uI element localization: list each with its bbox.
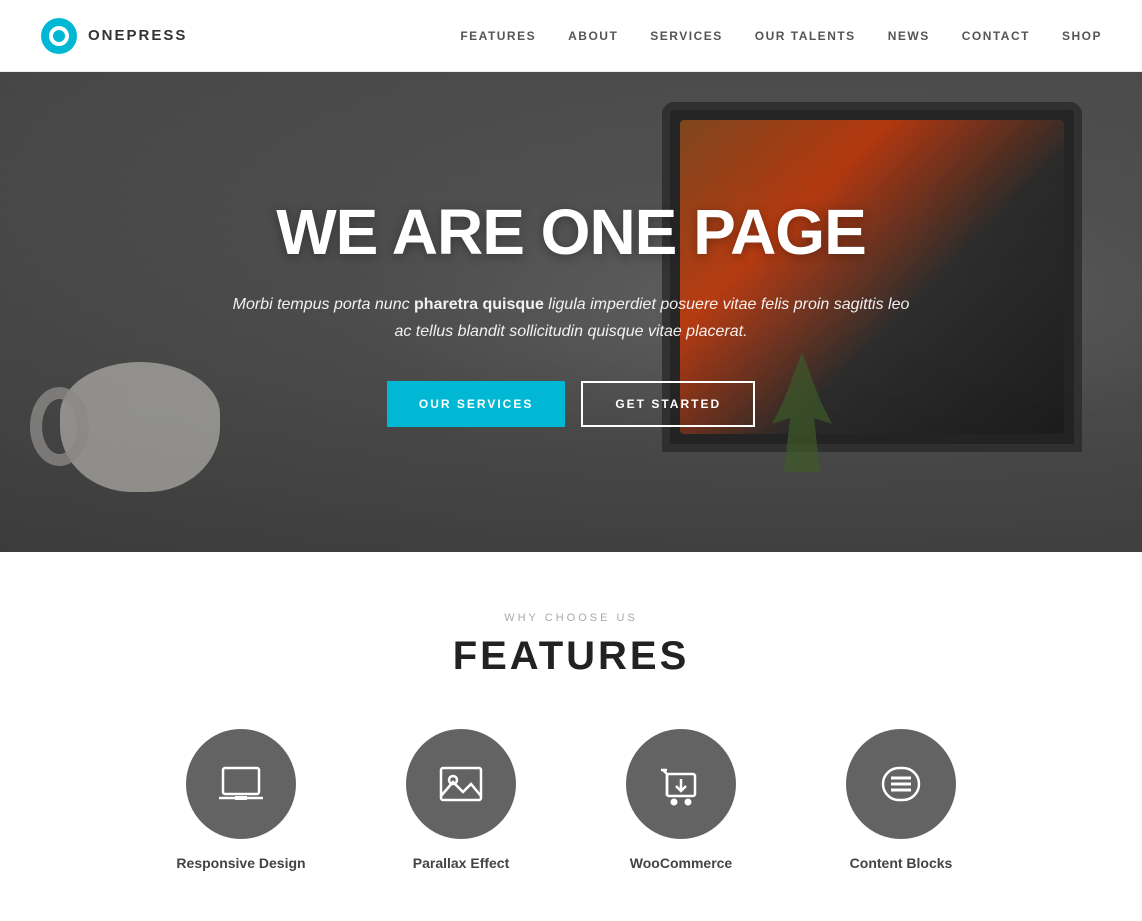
features-section: WHY CHOOSE US FEATURES Responsive Design bbox=[0, 552, 1142, 921]
feature-woocommerce: WooCommerce bbox=[601, 729, 761, 871]
feature-parallax-label: Parallax Effect bbox=[413, 855, 510, 871]
logo-link[interactable]: ONEPRESS bbox=[40, 17, 187, 55]
hero-cup-decoration bbox=[60, 362, 220, 492]
features-label: WHY CHOOSE US bbox=[40, 612, 1102, 624]
feature-content-blocks-icon-circle bbox=[846, 729, 956, 839]
cart-icon bbox=[657, 760, 705, 808]
hero-buttons: OUR SERVICES GET STARTED bbox=[231, 381, 911, 427]
logo-text: ONEPRESS bbox=[88, 27, 187, 44]
feature-parallax: Parallax Effect bbox=[381, 729, 541, 871]
feature-responsive: Responsive Design bbox=[161, 729, 321, 871]
image-icon bbox=[437, 760, 485, 808]
main-nav: FEATURES ABOUT SERVICES OUR TALENTS NEWS… bbox=[460, 29, 1102, 43]
nav-about[interactable]: ABOUT bbox=[568, 29, 618, 43]
feature-responsive-label: Responsive Design bbox=[176, 855, 305, 871]
nav-talents[interactable]: OUR TALENTS bbox=[755, 29, 856, 43]
hero-subtitle-bold: pharetra quisque bbox=[414, 296, 544, 313]
nav-services[interactable]: SERVICES bbox=[650, 29, 722, 43]
feature-content-blocks-label: Content Blocks bbox=[850, 855, 953, 871]
nav-news[interactable]: NEWS bbox=[888, 29, 930, 43]
nav-shop[interactable]: SHOP bbox=[1062, 29, 1102, 43]
hero-subtitle-plain: Morbi tempus porta nunc bbox=[233, 296, 414, 313]
features-title: FEATURES bbox=[40, 634, 1102, 679]
feature-parallax-icon-circle bbox=[406, 729, 516, 839]
feature-woocommerce-label: WooCommerce bbox=[630, 855, 732, 871]
feature-woocommerce-icon-circle bbox=[626, 729, 736, 839]
nav-features[interactable]: FEATURES bbox=[460, 29, 536, 43]
our-services-button[interactable]: OUR SERVICES bbox=[387, 381, 565, 427]
menu-icon bbox=[877, 760, 925, 808]
hero-section: WE ARE ONE PAGE Morbi tempus porta nunc … bbox=[0, 72, 1142, 552]
hero-subtitle: Morbi tempus porta nunc pharetra quisque… bbox=[231, 291, 911, 345]
laptop-icon bbox=[217, 760, 265, 808]
features-grid: Responsive Design Parallax Effect bbox=[40, 729, 1102, 871]
nav-contact[interactable]: CONTACT bbox=[962, 29, 1030, 43]
get-started-button[interactable]: GET STARTED bbox=[581, 381, 755, 427]
feature-content-blocks: Content Blocks bbox=[821, 729, 981, 871]
site-header: ONEPRESS FEATURES ABOUT SERVICES OUR TAL… bbox=[0, 0, 1142, 72]
hero-title: WE ARE ONE PAGE bbox=[231, 197, 911, 267]
feature-responsive-icon-circle bbox=[186, 729, 296, 839]
hero-content: WE ARE ONE PAGE Morbi tempus porta nunc … bbox=[211, 197, 931, 428]
logo-icon bbox=[40, 17, 78, 55]
